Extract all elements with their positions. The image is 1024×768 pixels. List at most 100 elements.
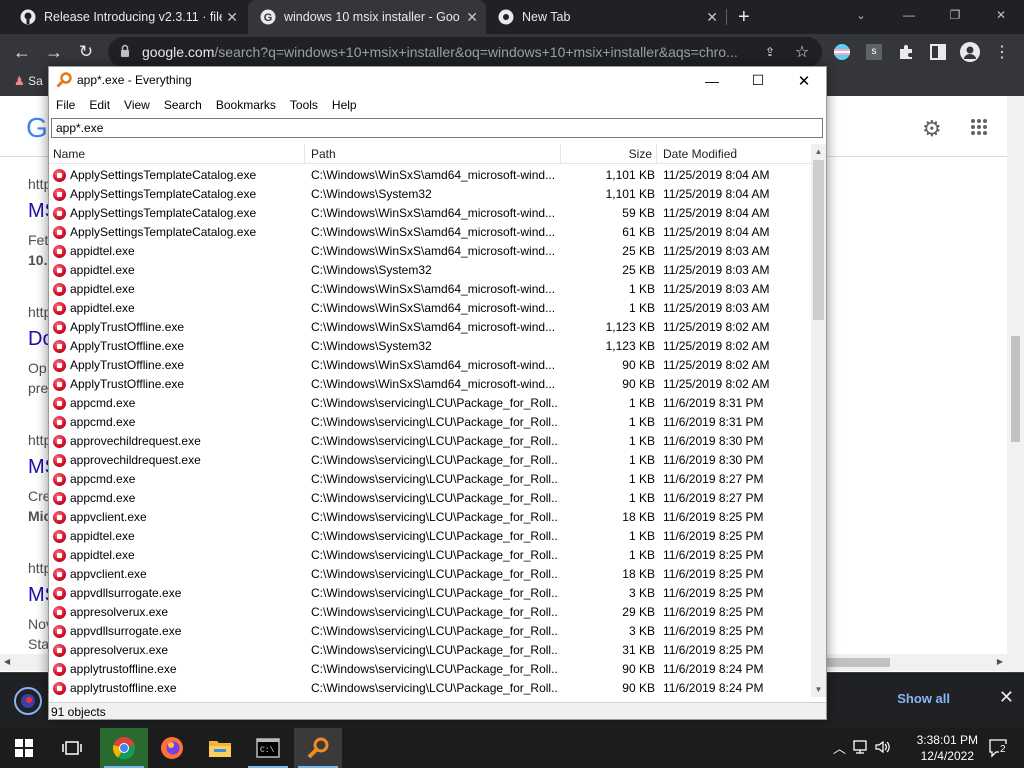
show-all-downloads-link[interactable]: Show all <box>897 691 950 706</box>
close-tab-icon[interactable]: ✕ <box>226 9 238 26</box>
column-header-size[interactable]: Size <box>561 144 657 164</box>
scroll-up-arrow[interactable]: ▲ <box>811 144 826 159</box>
reload-button[interactable]: ↻ <box>72 38 100 66</box>
result-row[interactable]: appidtel.exe C:\Windows\servicing\LCU\Pac… <box>49 546 811 565</box>
result-row[interactable]: appvclient.exe C:\Windows\servicing\LCU\P… <box>49 565 811 584</box>
tab-github-release[interactable]: Release Introducing v2.3.11 · files ✕ <box>8 0 246 34</box>
forward-button[interactable]: → <box>40 38 68 66</box>
result-date-modified: 11/6/2019 8:25 PM <box>663 527 811 546</box>
chrome-menu-icon[interactable]: ⋮ <box>988 38 1016 66</box>
minimize-button[interactable]: — <box>886 0 932 30</box>
back-button[interactable]: ← <box>8 38 36 66</box>
new-tab-button[interactable]: + <box>738 0 758 34</box>
download-item-icon[interactable] <box>14 687 42 715</box>
result-name: appcmd.exe <box>53 413 303 432</box>
taskbar-terminal[interactable]: C:\ <box>244 728 292 768</box>
google-logo[interactable]: G <box>26 112 48 144</box>
result-row[interactable]: applytrustoffline.exe C:\Windows\servicin… <box>49 660 811 679</box>
result-row[interactable]: ApplyTrustOffline.exe C:\Windows\WinSxS\a… <box>49 318 811 337</box>
result-row[interactable]: appvdllsurrogate.exe C:\Windows\servicing… <box>49 584 811 603</box>
lock-icon[interactable] <box>120 44 130 61</box>
result-row[interactable]: appidtel.exe C:\Windows\WinSxS\amd64_micr… <box>49 242 811 261</box>
taskbar-clock[interactable]: 3:38:01 PM 12/4/2022 <box>917 732 978 764</box>
result-row[interactable]: approvechildrequest.exe C:\Windows\servic… <box>49 432 811 451</box>
menu-file[interactable]: File <box>49 98 82 112</box>
result-name: applytrustoffline.exe <box>53 679 303 697</box>
network-icon[interactable] <box>852 739 870 758</box>
notification-center-icon[interactable]: 2 <box>988 738 1010 761</box>
tab-search-icon[interactable]: ⌄ <box>838 0 884 30</box>
restore-button[interactable]: ❐ <box>932 0 978 30</box>
close-button[interactable]: ✕ <box>781 67 826 94</box>
scroll-down-arrow[interactable]: ▼ <box>811 682 826 697</box>
show-hidden-icons-chevron-icon[interactable]: ︿ <box>833 738 846 757</box>
volume-icon[interactable] <box>874 739 892 758</box>
everything-titlebar[interactable]: app*.exe - Everything — ☐ ✕ <box>49 67 826 94</box>
result-row[interactable]: ApplySettingsTemplateCatalog.exe C:\Windo… <box>49 223 811 242</box>
apps-grid-icon[interactable] <box>970 118 988 139</box>
result-row[interactable]: appresolverux.exe C:\Windows\servicing\LC… <box>49 641 811 660</box>
column-header-path[interactable]: Path <box>305 144 561 164</box>
side-panel-icon[interactable] <box>924 38 952 66</box>
settings-gear-icon[interactable]: ⚙ <box>922 116 942 142</box>
result-row[interactable]: appidtel.exe C:\Windows\WinSxS\amd64_micr… <box>49 299 811 318</box>
scrollbar-thumb[interactable] <box>813 160 824 320</box>
extension-flag-icon[interactable] <box>828 38 856 66</box>
bookmark-star-icon[interactable]: ☆ <box>788 38 816 66</box>
result-row[interactable]: appidtel.exe C:\Windows\System32 25 KB 11/2… <box>49 261 811 280</box>
result-row[interactable]: ApplyTrustOffline.exe C:\Windows\WinSxS\a… <box>49 356 811 375</box>
tab-new-tab[interactable]: New Tab ✕ <box>488 0 726 34</box>
taskbar-file-explorer[interactable] <box>196 728 244 768</box>
result-row[interactable]: appvdllsurrogate.exe C:\Windows\servicing… <box>49 622 811 641</box>
result-row[interactable]: ApplyTrustOffline.exe C:\Windows\System32… <box>49 337 811 356</box>
result-row[interactable]: appcmd.exe C:\Windows\servicing\LCU\Packa… <box>49 489 811 508</box>
column-header-name[interactable]: Name <box>49 144 305 164</box>
column-header-date-modified[interactable]: Date Modified ⌄ <box>657 144 811 164</box>
page-vertical-scrollbar[interactable] <box>1007 96 1024 672</box>
close-tab-icon[interactable]: ✕ <box>466 9 478 26</box>
menu-tools[interactable]: Tools <box>283 98 325 112</box>
result-row[interactable]: ApplySettingsTemplateCatalog.exe C:\Windo… <box>49 185 811 204</box>
menu-help[interactable]: Help <box>325 98 364 112</box>
result-row[interactable]: appcmd.exe C:\Windows\servicing\LCU\Packa… <box>49 394 811 413</box>
taskbar-everything[interactable] <box>294 728 342 768</box>
bookmark-item[interactable]: ♟ Sa <box>14 74 43 88</box>
scrollbar-thumb[interactable] <box>1011 336 1020 442</box>
share-icon[interactable]: ⇪ <box>756 38 784 66</box>
extension-s-icon[interactable]: s <box>860 38 888 66</box>
result-row[interactable]: applytrustoffline.exe C:\Windows\servicin… <box>49 679 811 697</box>
result-row[interactable]: appcmd.exe C:\Windows\servicing\LCU\Packa… <box>49 413 811 432</box>
menu-bookmarks[interactable]: Bookmarks <box>209 98 283 112</box>
scroll-right-arrow[interactable]: ▶ <box>997 657 1003 666</box>
results-vertical-scrollbar[interactable]: ▲ ▼ <box>811 144 826 697</box>
menu-search[interactable]: Search <box>157 98 209 112</box>
tab-title: windows 10 msix installer - Google <box>284 10 460 24</box>
scrollbar-thumb[interactable] <box>820 658 890 667</box>
start-button[interactable] <box>0 728 48 768</box>
maximize-button[interactable]: ☐ <box>735 67 781 94</box>
close-tab-icon[interactable]: ✕ <box>706 9 718 26</box>
search-input[interactable] <box>51 118 823 138</box>
result-row[interactable]: ApplySettingsTemplateCatalog.exe C:\Windo… <box>49 166 811 185</box>
result-row[interactable]: ApplySettingsTemplateCatalog.exe C:\Windo… <box>49 204 811 223</box>
result-row[interactable]: appvclient.exe C:\Windows\servicing\LCU\P… <box>49 508 811 527</box>
taskbar-chrome[interactable] <box>100 728 148 768</box>
taskbar-firefox[interactable] <box>148 728 196 768</box>
close-window-button[interactable]: ✕ <box>978 0 1024 30</box>
profile-avatar-icon[interactable] <box>956 38 984 66</box>
result-row[interactable]: appidtel.exe C:\Windows\WinSxS\amd64_micr… <box>49 280 811 299</box>
result-row[interactable]: appcmd.exe C:\Windows\servicing\LCU\Packa… <box>49 470 811 489</box>
result-row[interactable]: approvechildrequest.exe C:\Windows\servic… <box>49 451 811 470</box>
close-download-bar-icon[interactable]: ✕ <box>999 687 1014 708</box>
result-row[interactable]: appidtel.exe C:\Windows\servicing\LCU\Pac… <box>49 527 811 546</box>
address-bar[interactable]: google.com/search?q=windows+10+msix+inst… <box>108 37 822 67</box>
result-row[interactable]: ApplyTrustOffline.exe C:\Windows\WinSxS\a… <box>49 375 811 394</box>
minimize-button[interactable]: — <box>689 67 735 94</box>
tab-google-search[interactable]: G windows 10 msix installer - Google ✕ <box>248 0 486 34</box>
scroll-left-arrow[interactable]: ◀ <box>4 657 10 666</box>
task-view-button[interactable] <box>48 728 96 768</box>
result-row[interactable]: appresolverux.exe C:\Windows\servicing\LC… <box>49 603 811 622</box>
menu-edit[interactable]: Edit <box>82 98 117 112</box>
menu-view[interactable]: View <box>117 98 157 112</box>
extensions-puzzle-icon[interactable] <box>892 38 920 66</box>
